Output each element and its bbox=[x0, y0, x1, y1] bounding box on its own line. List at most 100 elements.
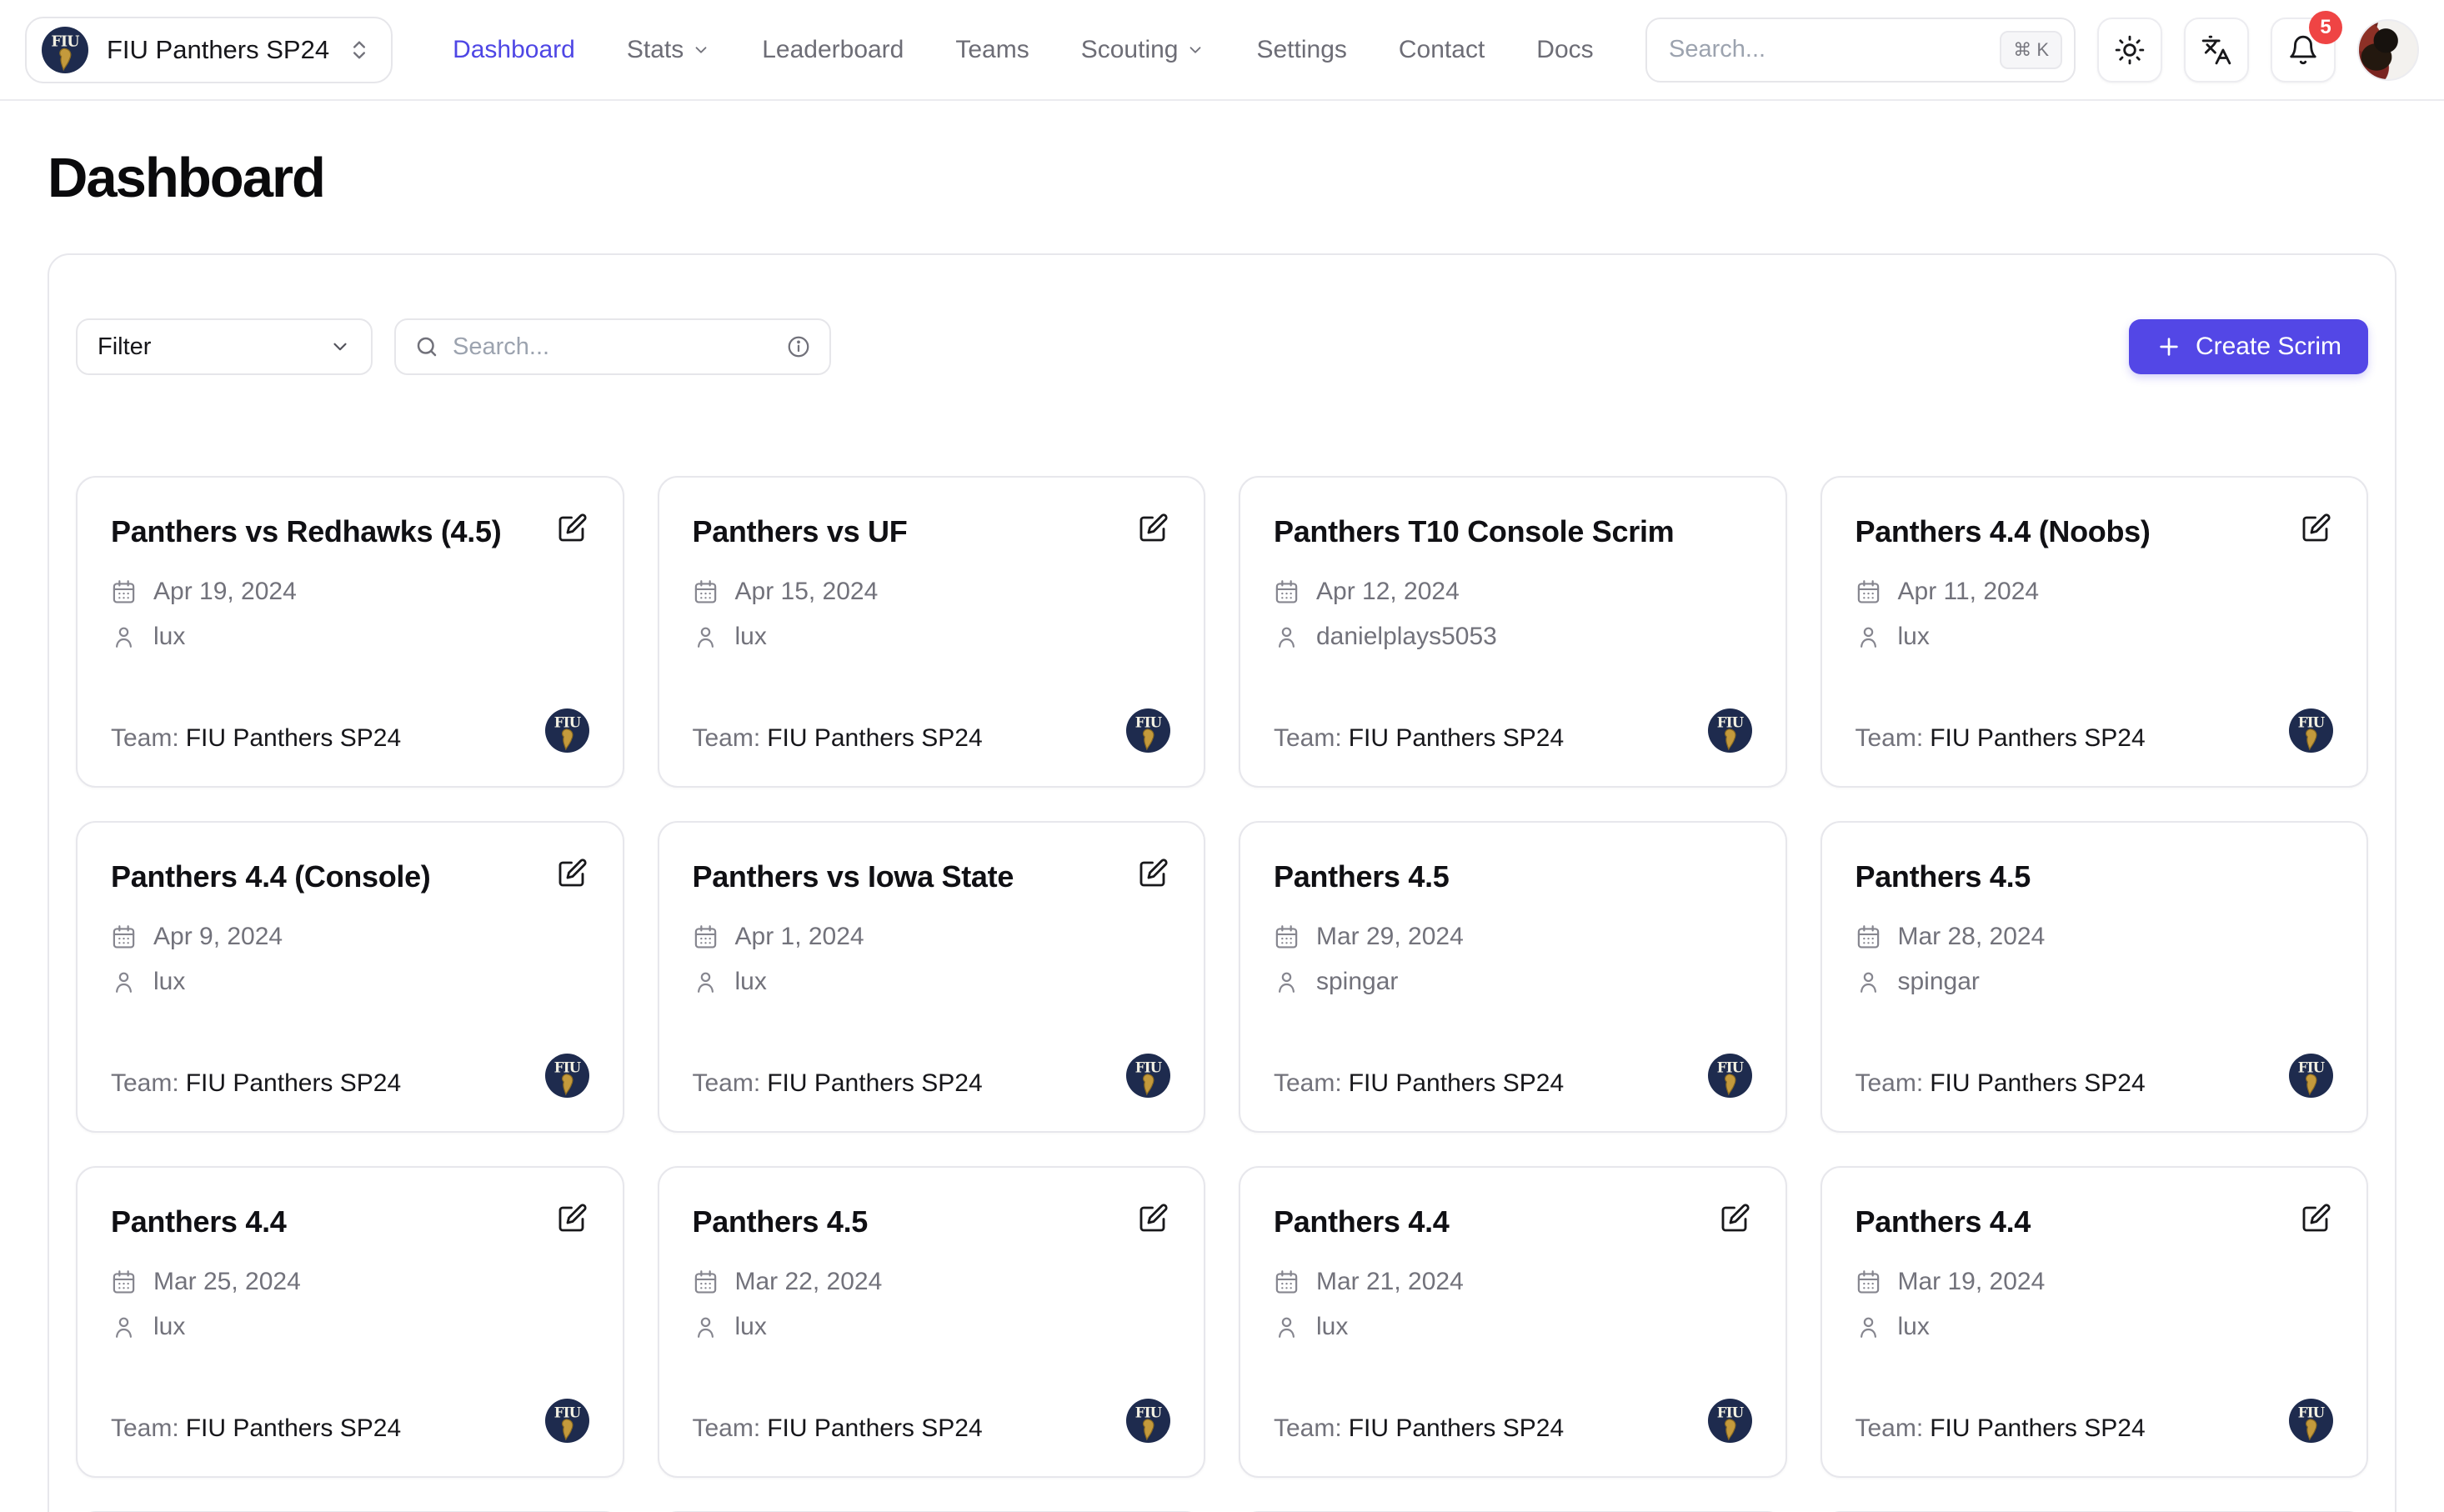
nav-item-settings[interactable]: Settings bbox=[1256, 36, 1346, 64]
scrim-card: Panthers vs Redhawks (4.5) Apr 19, 2024 … bbox=[76, 476, 624, 788]
edit-icon bbox=[1720, 1203, 1750, 1233]
team-name: FIU Panthers SP24 bbox=[1349, 1069, 1564, 1097]
calendar-icon bbox=[1274, 924, 1300, 949]
chevrons-up-down-icon bbox=[348, 38, 371, 62]
team-name: FIU Panthers SP24 bbox=[767, 1414, 982, 1442]
team-label: Team: bbox=[693, 724, 761, 752]
team-name: FIU Panthers SP24 bbox=[186, 724, 401, 752]
nav-item-leaderboard[interactable]: Leaderboard bbox=[762, 36, 904, 64]
info-icon[interactable] bbox=[786, 334, 811, 359]
edit-icon bbox=[1139, 513, 1169, 543]
scrim-date: Mar 19, 2024 bbox=[1898, 1268, 2046, 1296]
chevron-down-icon bbox=[329, 336, 351, 358]
scrim-search[interactable] bbox=[394, 318, 831, 375]
team-label: Team: bbox=[1856, 1414, 1924, 1442]
scrim-card: Panthers 4.4 Mar 21, 2024 lux bbox=[1239, 1166, 1787, 1478]
team-selector-label: FIU Panthers SP24 bbox=[107, 35, 329, 65]
svg-text:FIU: FIU bbox=[51, 33, 79, 50]
notifications-button[interactable]: 5 bbox=[2271, 18, 2336, 83]
language-button[interactable] bbox=[2184, 18, 2249, 83]
team-label: Team: bbox=[1274, 1414, 1342, 1442]
nav-item-stats[interactable]: Stats bbox=[627, 36, 710, 64]
nav-item-scouting[interactable]: Scouting bbox=[1081, 36, 1205, 64]
team-logo: FIU bbox=[545, 1054, 589, 1098]
top-navigation-bar: FIU FIU Panthers SP24 Dashboard Stats Lead… bbox=[0, 0, 2444, 101]
edit-scrim-button[interactable] bbox=[553, 511, 589, 548]
scrim-user: lux bbox=[735, 623, 767, 651]
team-selector[interactable]: FIU FIU Panthers SP24 bbox=[25, 17, 393, 83]
edit-scrim-button[interactable] bbox=[2296, 511, 2333, 548]
scrim-date: Apr 19, 2024 bbox=[153, 578, 297, 606]
calendar-icon bbox=[111, 1269, 137, 1294]
nav-item-teams[interactable]: Teams bbox=[955, 36, 1029, 64]
team-label: Team: bbox=[111, 1069, 179, 1097]
user-icon bbox=[693, 1314, 719, 1339]
topnav-right-cluster: ⌘ K 5 bbox=[1645, 18, 2419, 83]
nav-item-contact[interactable]: Contact bbox=[1399, 36, 1485, 64]
team-label: Team: bbox=[1274, 724, 1342, 752]
scrim-user: spingar bbox=[1898, 968, 1980, 996]
create-scrim-label: Create Scrim bbox=[2196, 333, 2341, 361]
scrim-date: Mar 21, 2024 bbox=[1316, 1268, 1464, 1296]
scrim-card: Panthers 4.4 Mar 19, 2024 lux bbox=[1820, 1166, 2369, 1478]
scrim-search-input[interactable] bbox=[453, 333, 773, 361]
calendar-icon bbox=[693, 924, 719, 949]
edit-scrim-button[interactable] bbox=[1715, 1201, 1752, 1238]
user-avatar[interactable] bbox=[2357, 19, 2419, 81]
edit-scrim-button[interactable] bbox=[1134, 1201, 1170, 1238]
team-logo-icon: FIU bbox=[42, 27, 88, 73]
user-icon bbox=[1856, 969, 1881, 994]
edit-scrim-button[interactable] bbox=[553, 856, 589, 893]
scrim-user: lux bbox=[1898, 623, 1930, 651]
edit-scrim-button[interactable] bbox=[1134, 856, 1170, 893]
nav-item-dashboard[interactable]: Dashboard bbox=[453, 36, 575, 64]
user-icon bbox=[1274, 969, 1300, 994]
chevron-down-icon bbox=[1186, 41, 1204, 59]
team-logo: FIU bbox=[545, 708, 589, 753]
team-logo: FIU bbox=[1708, 1054, 1752, 1098]
scrim-user: lux bbox=[735, 968, 767, 996]
scrim-title: Panthers vs Redhawks (4.5) bbox=[111, 511, 553, 553]
scrim-date: Mar 25, 2024 bbox=[153, 1268, 301, 1296]
team-name: FIU Panthers SP24 bbox=[1930, 724, 2145, 752]
theme-toggle-button[interactable] bbox=[2097, 18, 2162, 83]
scrim-title: Panthers 4.4 (Noobs) bbox=[1856, 511, 2297, 553]
scrim-card: Panthers 4.4 (Console) Apr 9, 2024 lux bbox=[76, 821, 624, 1133]
team-name: FIU Panthers SP24 bbox=[1930, 1069, 2145, 1097]
scrim-user: danielplays5053 bbox=[1316, 623, 1497, 651]
svg-text:FIU: FIU bbox=[1716, 1059, 1744, 1075]
plus-icon bbox=[2156, 333, 2182, 360]
user-icon bbox=[111, 1314, 137, 1339]
calendar-icon bbox=[1274, 578, 1300, 604]
scrim-cards-grid: Panthers vs Redhawks (4.5) Apr 19, 2024 … bbox=[76, 476, 2368, 1512]
global-search-input[interactable] bbox=[1669, 36, 2000, 63]
user-icon bbox=[1856, 1314, 1881, 1339]
scrim-date: Apr 1, 2024 bbox=[735, 923, 864, 951]
edit-scrim-button[interactable] bbox=[553, 1201, 589, 1238]
edit-icon bbox=[2301, 513, 2331, 543]
user-icon bbox=[1274, 623, 1300, 649]
scrim-user: lux bbox=[1316, 1313, 1348, 1341]
team-logo: FIU bbox=[1708, 708, 1752, 753]
svg-text:FIU: FIU bbox=[2298, 1059, 2326, 1075]
global-search[interactable]: ⌘ K bbox=[1645, 18, 2076, 83]
team-name: FIU Panthers SP24 bbox=[767, 1069, 982, 1097]
svg-text:FIU: FIU bbox=[1135, 1404, 1163, 1420]
page-title: Dashboard bbox=[48, 146, 2444, 210]
scrim-title: Panthers 4.4 (Console) bbox=[111, 856, 553, 898]
nav-item-docs[interactable]: Docs bbox=[1536, 36, 1593, 64]
edit-scrim-button[interactable] bbox=[1134, 511, 1170, 548]
svg-text:FIU: FIU bbox=[2298, 1404, 2326, 1420]
scrim-user: lux bbox=[153, 623, 185, 651]
create-scrim-button[interactable]: Create Scrim bbox=[2129, 319, 2368, 374]
team-logo: FIU bbox=[2289, 1054, 2333, 1098]
filter-select[interactable]: Filter bbox=[76, 318, 373, 375]
scrim-user: lux bbox=[735, 1313, 767, 1341]
edit-scrim-button[interactable] bbox=[2296, 1201, 2333, 1238]
nav-item-label: Leaderboard bbox=[762, 36, 904, 64]
scrim-title: Panthers vs Iowa State bbox=[693, 856, 1134, 898]
user-icon bbox=[693, 623, 719, 649]
team-logo: FIU bbox=[1126, 1399, 1170, 1443]
scrim-date: Mar 28, 2024 bbox=[1898, 923, 2046, 951]
calendar-icon bbox=[111, 578, 137, 604]
